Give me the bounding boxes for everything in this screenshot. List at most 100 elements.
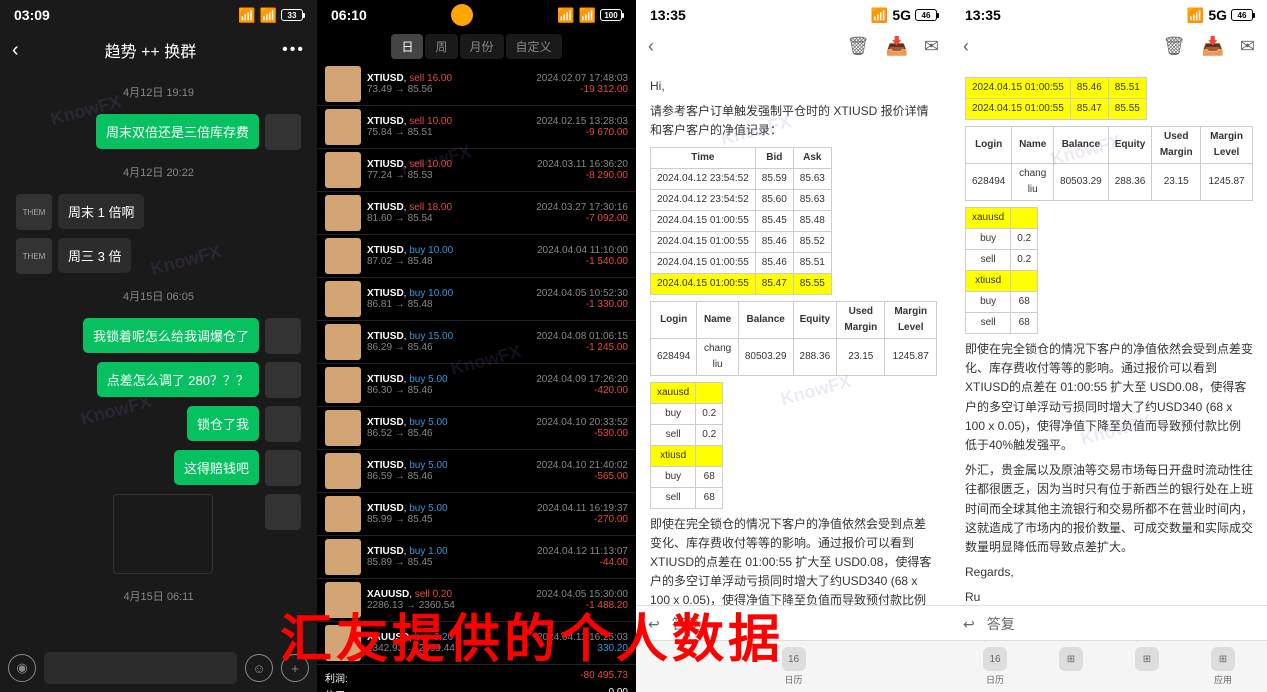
bubble[interactable]: 周末双倍还是三倍库存费 xyxy=(96,114,259,149)
nav-btn[interactable]: ⊞ xyxy=(1135,647,1159,686)
trade-row[interactable]: XTIUSD, sell 10.002024.02.15 13:28:0375.… xyxy=(317,106,636,149)
msg-out: 周末双倍还是三倍库存费 xyxy=(10,114,307,150)
avatar[interactable] xyxy=(265,406,301,442)
avatar[interactable]: THEM xyxy=(16,238,52,274)
status-bar: 03:09 📶 📶 33 xyxy=(0,0,317,30)
voice-icon[interactable]: ◉ xyxy=(8,654,36,682)
bubble[interactable]: 周末 1 倍啊 xyxy=(58,194,144,229)
trade-avatar xyxy=(325,109,361,145)
mail-icon[interactable]: ✉ xyxy=(924,36,939,57)
more-icon[interactable]: ••• xyxy=(282,41,305,59)
wifi-icon: 📶 xyxy=(579,7,596,24)
reply-bar[interactable]: ↩ 答复 xyxy=(951,605,1267,642)
trade-row[interactable]: XTIUSD, buy 10.002024.04.05 10:52:3086.8… xyxy=(317,278,636,321)
chat-title: 趋势 ++ 换群 xyxy=(105,38,197,62)
explanation-2: 外汇，贵金属以及原油等交易市场每日开盘时流动性往往都很匮乏，因为当时只有位于新西… xyxy=(965,461,1253,557)
clock: 13:35 xyxy=(965,7,1001,23)
trade-row[interactable]: XTIUSD, buy 5.002024.04.11 16:19:3785.99… xyxy=(317,493,636,536)
nav-calendar[interactable]: 16日历 xyxy=(983,647,1007,686)
trade-avatar xyxy=(325,453,361,489)
trade-row[interactable]: XTIUSD, buy 1.002024.04.12 11:13:0785.89… xyxy=(317,536,636,579)
mail-icon[interactable]: ✉ xyxy=(1240,36,1255,57)
avatar[interactable] xyxy=(265,494,301,530)
back-icon[interactable]: ‹ xyxy=(12,39,19,62)
chat-header: ‹ 趋势 ++ 换群 ••• xyxy=(0,30,317,70)
email-content: Hi, 请参考客户订单触发强制平仓时的 XTIUSD 报价详情和客户客户的净值记… xyxy=(636,63,951,688)
trade-row[interactable]: XTIUSD, buy 5.002024.04.10 21:40:0286.59… xyxy=(317,450,636,493)
tab-custom[interactable]: 自定义 xyxy=(506,34,562,59)
status-bar: 13:35 📶 5G 46 xyxy=(951,0,1267,30)
avatar[interactable] xyxy=(265,362,301,398)
avatar[interactable]: THEM xyxy=(16,194,52,230)
grid-icon: ⊞ xyxy=(1059,647,1083,671)
bubble[interactable]: 锁仓了我 xyxy=(187,406,259,441)
tab-month[interactable]: 月份 xyxy=(460,34,504,59)
regards: Regards, xyxy=(965,563,1253,582)
clock: 13:35 xyxy=(650,7,686,23)
trade-list[interactable]: XTIUSD, sell 16.002024.02.07 17:48:0373.… xyxy=(317,63,636,665)
timestamp: 4月15日 06:11 xyxy=(10,588,307,604)
trade-avatar xyxy=(325,410,361,446)
chat-body: 4月12日 19:19 周末双倍还是三倍库存费 4月12日 20:22 THEM… xyxy=(0,84,317,604)
signal-icon: 📶 xyxy=(557,7,574,24)
text-input[interactable] xyxy=(44,652,237,684)
intro: 请参考客户订单触发强制平仓时的 XTIUSD 报价详情和客户客户的净值记录： xyxy=(650,102,937,140)
status-right: 📶 5G 46 xyxy=(1187,7,1253,24)
msg-out: 这得赔钱吧 xyxy=(10,450,307,486)
nav-btn[interactable]: ⊞ xyxy=(1059,647,1083,686)
timestamp: 4月15日 06:05 xyxy=(10,288,307,304)
signal-icon: 📶 xyxy=(238,7,255,24)
battery-icon: 46 xyxy=(1231,9,1253,21)
bubble[interactable]: 这得赔钱吧 xyxy=(174,450,259,485)
bubble[interactable]: 我锁着呢怎么给我调爆仓了 xyxy=(83,318,259,353)
trade-row[interactable]: XTIUSD, buy 5.002024.04.10 20:33:5286.52… xyxy=(317,407,636,450)
trade-avatar xyxy=(325,367,361,403)
network: 5G xyxy=(1208,7,1227,23)
trade-row[interactable]: XTIUSD, buy 10.002024.04.04 11:10:0087.0… xyxy=(317,235,636,278)
profit-value: -80 495.73 xyxy=(580,670,628,685)
profit-label: 利润: xyxy=(325,670,348,685)
trade-row[interactable]: XTIUSD, sell 10.002024.03.11 16:36:2077.… xyxy=(317,149,636,192)
bubble[interactable]: 点差怎么调了 280？？？ xyxy=(97,362,259,397)
clock: 06:10 xyxy=(331,7,367,23)
trade-row[interactable]: XTIUSD, buy 15.002024.04.08 01:06:1586.2… xyxy=(317,321,636,364)
archive-icon[interactable]: 📥 xyxy=(1201,36,1223,57)
status-right: 📶 5G 46 xyxy=(871,7,937,24)
trash-icon[interactable]: 🗑 xyxy=(1163,36,1186,57)
back-icon[interactable]: ‹ xyxy=(963,36,969,57)
timestamp: 4月12日 20:22 xyxy=(10,164,307,180)
emoji-icon[interactable]: ☺ xyxy=(245,654,273,682)
wifi-icon: 📶 xyxy=(260,7,277,24)
trade-row[interactable]: XTIUSD, sell 18.002024.03.27 17:30:1681.… xyxy=(317,192,636,235)
avatar[interactable] xyxy=(265,318,301,354)
bubble[interactable]: 周三 3 倍 xyxy=(58,238,131,273)
trade-row[interactable]: XTIUSD, buy 5.002024.04.09 17:26:2086.30… xyxy=(317,364,636,407)
trade-avatar xyxy=(325,324,361,360)
mic-icon[interactable] xyxy=(451,4,473,26)
image-thumb[interactable] xyxy=(113,494,213,574)
nav-calendar[interactable]: 16日历 xyxy=(782,647,806,686)
trade-avatar xyxy=(325,496,361,532)
apps-icon: ⊞ xyxy=(1211,647,1235,671)
explanation: 即使在完全锁仓的情况下客户的净值依然会受到点差变化、库存费收付等等的影响。通过报… xyxy=(965,340,1253,455)
account-table: LoginNameBalanceEquityUsed MarginMargin … xyxy=(650,301,937,376)
avatar[interactable] xyxy=(265,114,301,150)
grid-icon: ⊞ xyxy=(1135,647,1159,671)
account-table: LoginNameBalanceEquityUsed MarginMargin … xyxy=(965,126,1253,201)
msg-in: THEM周末 1 倍啊 xyxy=(10,194,307,230)
avatar[interactable] xyxy=(265,450,301,486)
archive-icon[interactable]: 📥 xyxy=(885,36,907,57)
positions-table: xauusdbuy0.2sell0.2xtiusdbuy68sell68 xyxy=(650,382,723,509)
credit-label: 信用: xyxy=(325,687,348,692)
tab-day[interactable]: 日 xyxy=(391,34,423,59)
quotes-table: TimeBidAsk2024.04.12 23:54:5285.5985.632… xyxy=(650,147,832,295)
trade-avatar xyxy=(325,539,361,575)
overlay-text: 汇友提供的个人数据 xyxy=(280,597,784,672)
tab-week[interactable]: 周 xyxy=(425,34,457,59)
trade-row[interactable]: XTIUSD, sell 16.002024.02.07 17:48:0373.… xyxy=(317,63,636,106)
trash-icon[interactable]: 🗑 xyxy=(847,36,870,57)
status-bar: 13:35 📶 5G 46 xyxy=(636,0,951,30)
back-icon[interactable]: ‹ xyxy=(648,36,654,57)
reply-icon[interactable]: ↩ xyxy=(963,616,975,633)
nav-apps[interactable]: ⊞应用 xyxy=(1211,647,1235,686)
